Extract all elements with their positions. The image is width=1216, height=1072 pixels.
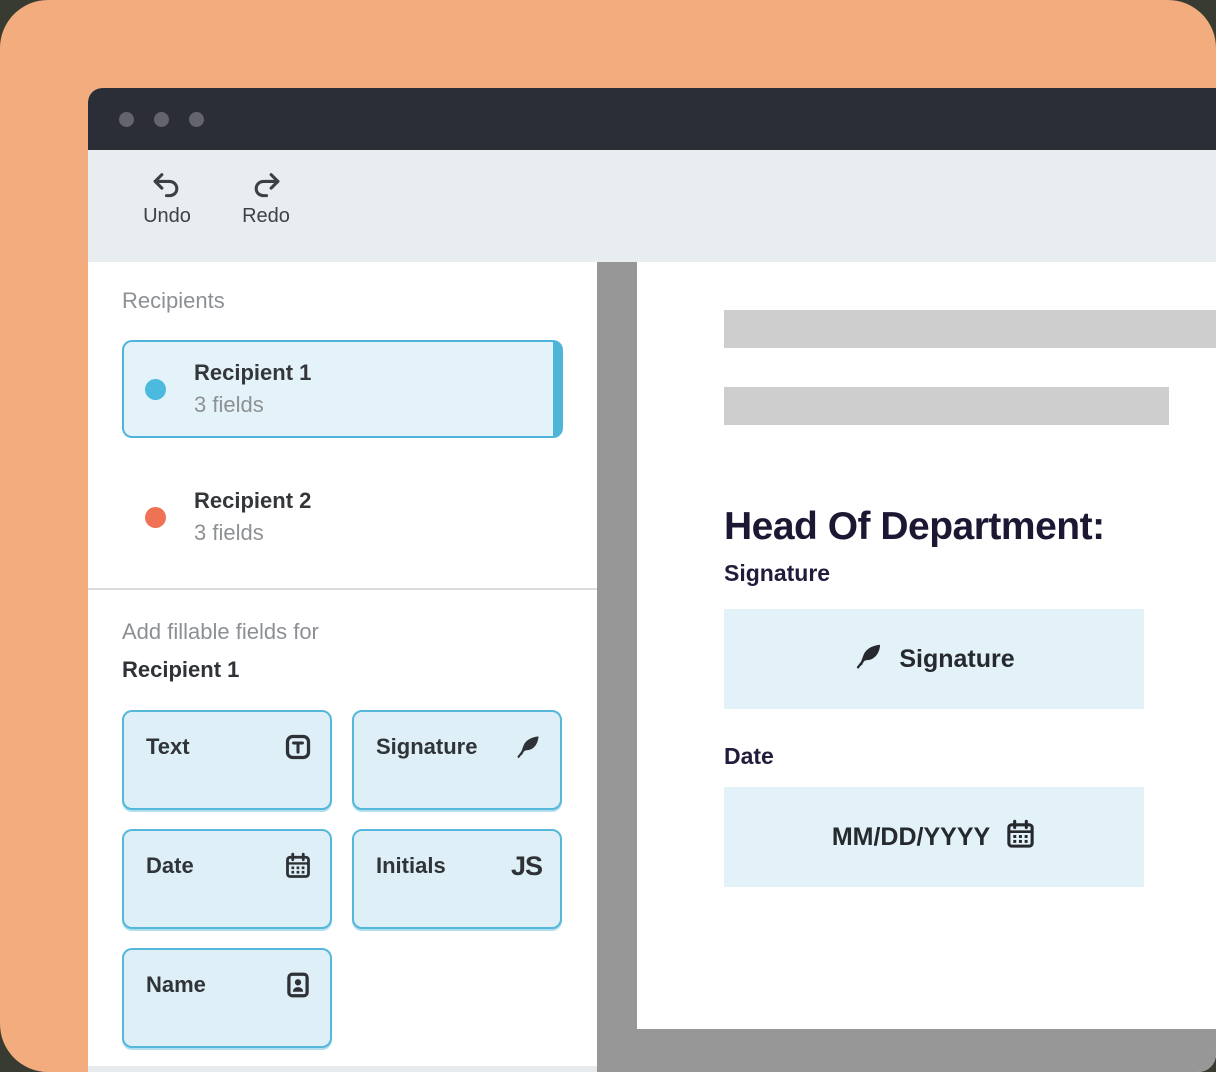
calendar-icon — [284, 851, 312, 881]
id-card-icon — [284, 970, 312, 1000]
fields-sidebar: Recipients Recipient 1 3 fields Recipien… — [88, 262, 597, 1072]
name-button-label: Name — [146, 970, 206, 1000]
calendar-icon — [1005, 819, 1036, 855]
add-name-field-button[interactable]: Name — [122, 948, 332, 1048]
signature-field-label: Signature — [724, 560, 830, 587]
signature-button-label: Signature — [376, 732, 477, 762]
recipient-2-item[interactable]: Recipient 2 3 fields — [122, 472, 563, 562]
recipient-1-color-dot — [145, 379, 166, 400]
window-control-dot[interactable] — [189, 112, 204, 127]
add-initials-field-button[interactable]: Initials JS — [352, 829, 562, 929]
add-date-field-button[interactable]: Date — [122, 829, 332, 929]
add-signature-field-button[interactable]: Signature — [352, 710, 562, 810]
initials-icon: JS — [511, 851, 542, 881]
signature-placeholder-text: Signature — [899, 645, 1014, 674]
main-content: Recipients Recipient 1 3 fields Recipien… — [88, 262, 1216, 1072]
undo-icon — [149, 168, 185, 201]
text-button-label: Text — [146, 732, 190, 762]
text-placeholder-bar — [724, 387, 1169, 425]
canvas: Undo Redo Recipi — [0, 0, 1216, 1072]
recipient-2-name: Recipient 2 — [194, 489, 311, 513]
window-control-dot[interactable] — [119, 112, 134, 127]
initials-button-label: Initials — [376, 851, 446, 881]
recipient-2-field-count: 3 fields — [194, 521, 311, 545]
redo-label: Redo — [242, 205, 290, 228]
signature-field-placeholder[interactable]: Signature — [724, 609, 1144, 709]
feather-icon — [514, 732, 542, 762]
date-placeholder-text: MM/DD/YYYY — [832, 823, 990, 852]
redo-icon — [248, 168, 284, 201]
recipient-2-color-dot — [145, 507, 166, 528]
text-field-icon — [284, 732, 312, 762]
field-buttons-grid: Text Signature — [122, 710, 562, 1048]
window-control-dot[interactable] — [154, 112, 169, 127]
recipient-1-item[interactable]: Recipient 1 3 fields — [122, 340, 563, 438]
document-page: Head Of Department: Signature Signature — [637, 262, 1216, 1029]
redo-button[interactable]: Redo — [231, 168, 301, 228]
window-titlebar — [88, 88, 1216, 150]
add-fields-recipient-name: Recipient 1 — [122, 657, 239, 683]
date-button-label: Date — [146, 851, 194, 881]
date-field-placeholder[interactable]: MM/DD/YYYY — [724, 787, 1144, 887]
recipient-1-name: Recipient 1 — [194, 361, 311, 385]
feather-icon — [853, 641, 884, 677]
undo-label: Undo — [143, 205, 191, 228]
date-field-label: Date — [724, 743, 774, 770]
recipients-section-title: Recipients — [122, 288, 225, 314]
add-text-field-button[interactable]: Text — [122, 710, 332, 810]
sidebar-divider — [88, 588, 597, 590]
undo-button[interactable]: Undo — [132, 168, 202, 228]
recipient-1-field-count: 3 fields — [194, 393, 311, 417]
orange-frame: Undo Redo Recipi — [0, 0, 1216, 1072]
editor-toolbar: Undo Redo — [88, 150, 1216, 262]
text-placeholder-bar — [724, 310, 1216, 348]
document-heading: Head Of Department: — [724, 505, 1105, 549]
document-background: Head Of Department: Signature Signature — [597, 262, 1216, 1072]
add-fields-title: Add fillable fields for — [122, 619, 319, 645]
app-window: Undo Redo Recipi — [88, 88, 1216, 1072]
